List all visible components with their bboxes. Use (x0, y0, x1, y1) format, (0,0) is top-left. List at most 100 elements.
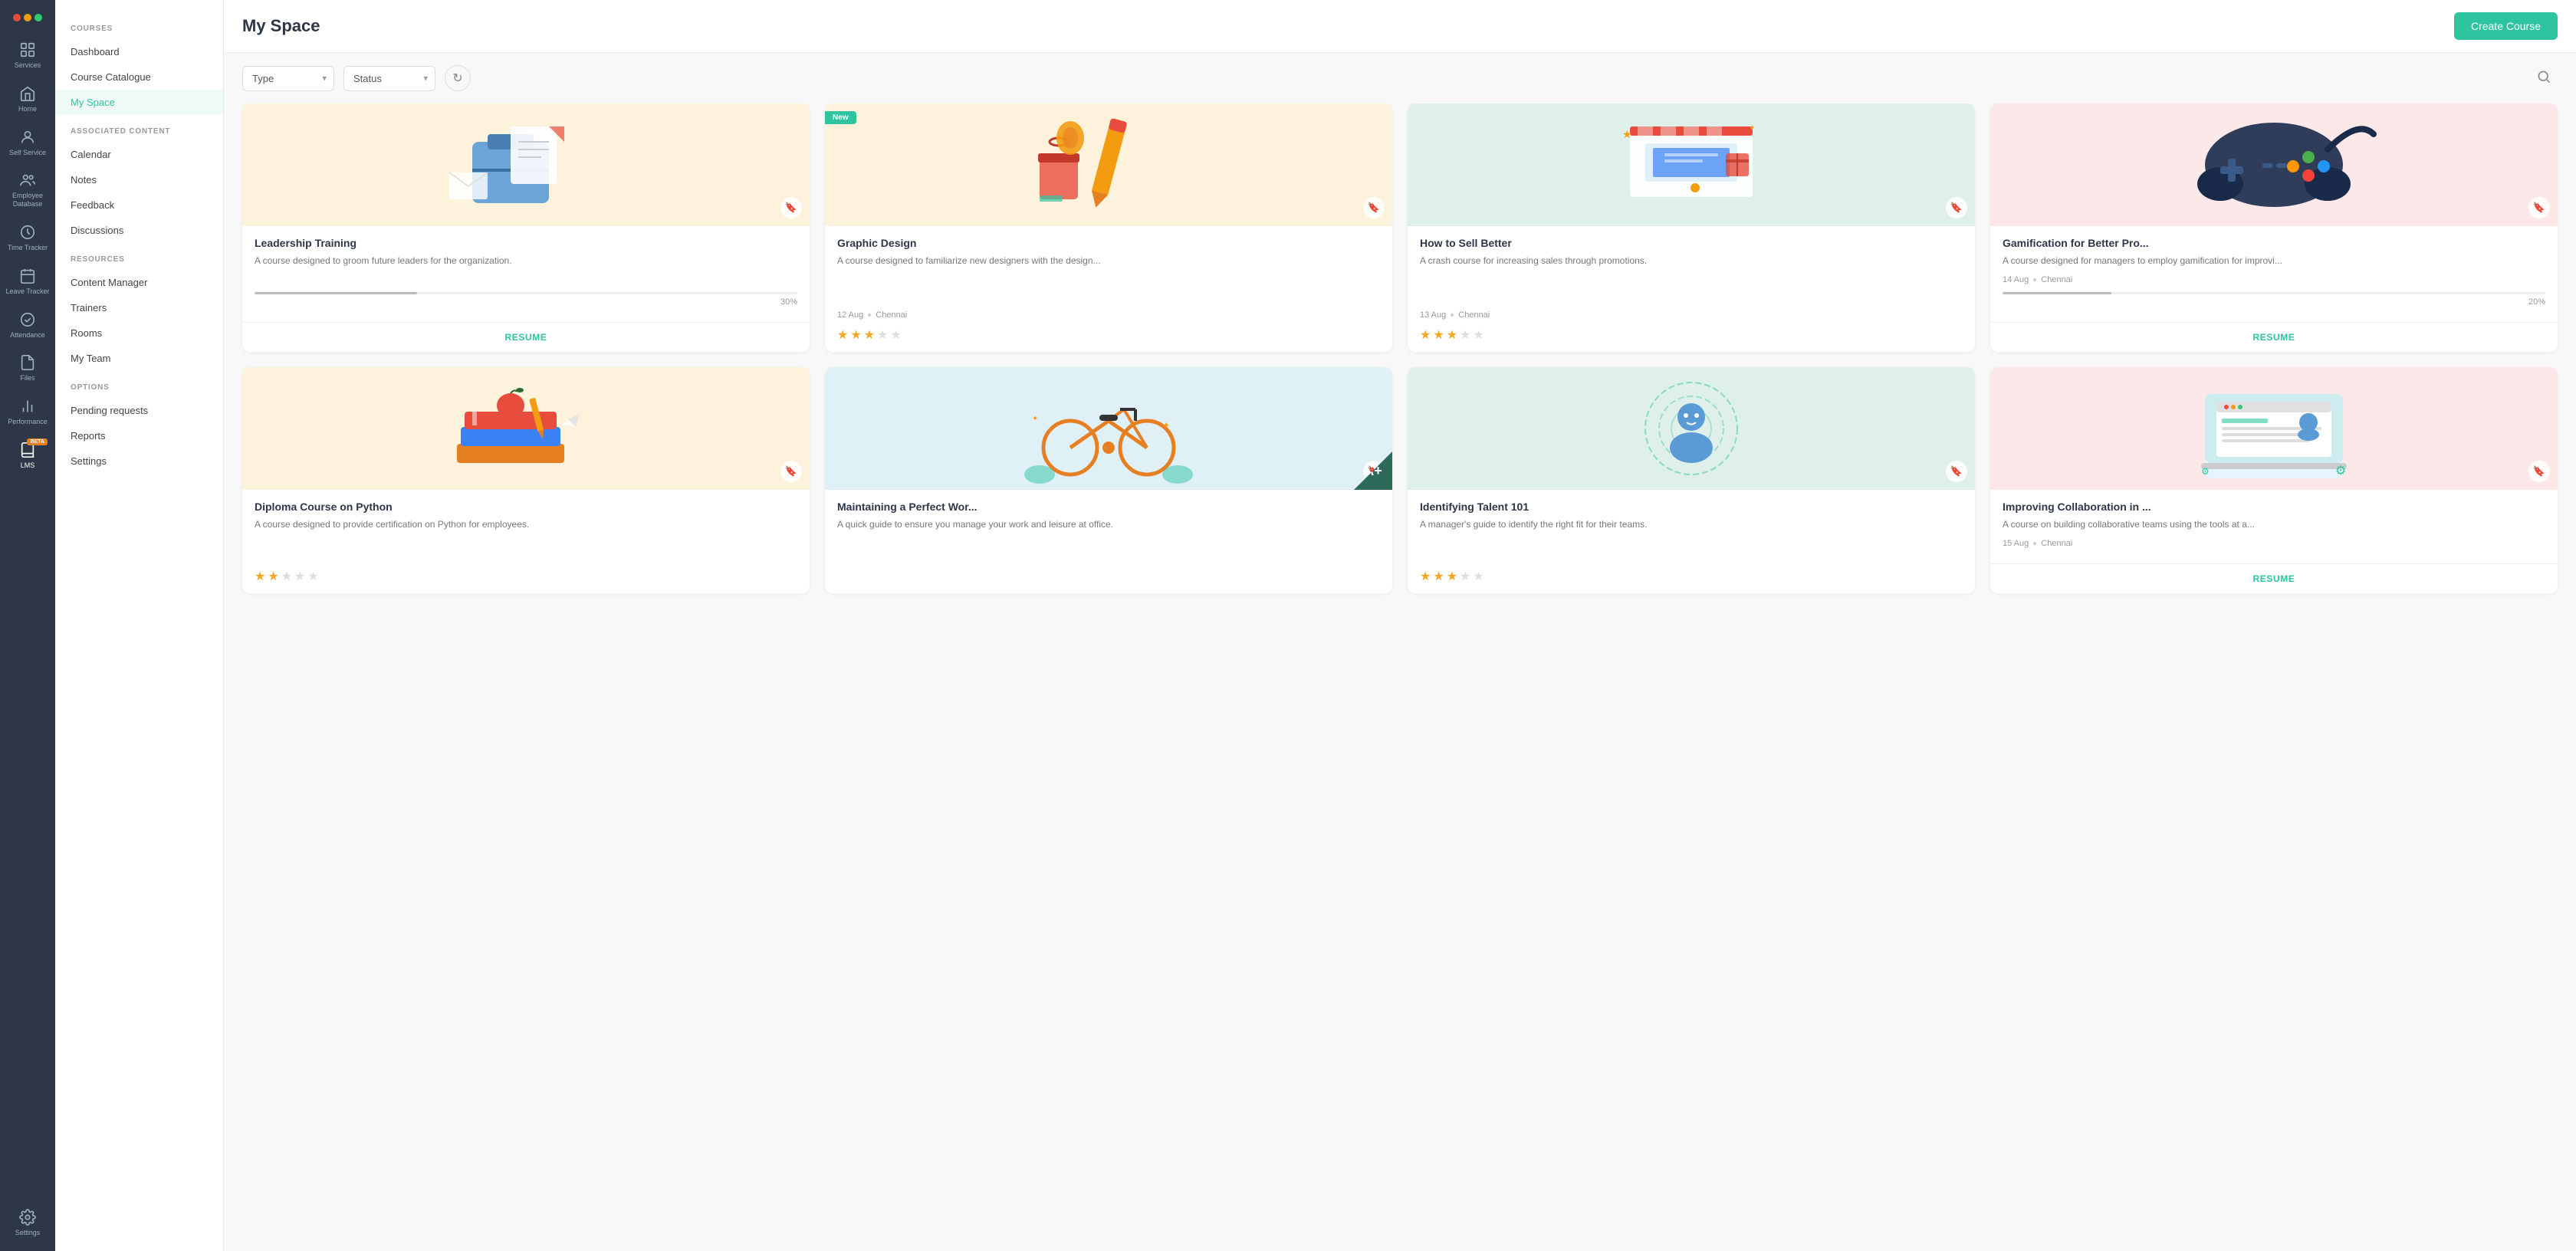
card-title-sell-better: How to Sell Better (1420, 237, 1963, 249)
type-filter[interactable]: Type Online Classroom Blended (242, 66, 334, 91)
svg-text:⚙: ⚙ (2335, 465, 2346, 478)
nav-performance-label: Performance (8, 418, 48, 426)
card-bookmark-sell-better[interactable]: 🔖 (1946, 197, 1967, 218)
card-stars-python: ★★★★★ (255, 569, 797, 584)
sidebar-item-rooms[interactable]: Rooms (55, 320, 223, 346)
sidebar-item-content-manager[interactable]: Content Manager (55, 270, 223, 295)
svg-text:★: ★ (1622, 128, 1632, 140)
card-action-gamification: RESUME (1990, 322, 2558, 352)
resume-button-leadership[interactable]: RESUME (505, 332, 547, 343)
sidebar-item-notes[interactable]: Notes (55, 167, 223, 192)
sidebar-item-course-catalogue[interactable]: Course Catalogue (55, 64, 223, 90)
sidebar-item-calendar[interactable]: Calendar (55, 142, 223, 167)
date-sell-better: 13 Aug (1420, 310, 1446, 320)
card-bookmark-graphic-design[interactable]: 🔖 (1363, 197, 1385, 218)
card-body-perfect-work: Maintaining a Perfect Wor... A quick gui… (825, 490, 1392, 593)
sidebar-section-associated: ASSOCIATED CONTENT (55, 115, 223, 142)
card-bookmark-talent[interactable]: 🔖 (1946, 461, 1967, 482)
lms-badge: BETA (27, 438, 48, 445)
card-title-leadership: Leadership Training (255, 237, 797, 249)
location-sell-better: Chennai (1458, 310, 1490, 320)
location-gamification: Chennai (2041, 275, 2072, 284)
course-grid: 🔖 Leadership Training A course designed … (224, 103, 2576, 1251)
card-meta-sell-better: 13 Aug Chennai (1420, 310, 1963, 320)
sidebar-item-pending-requests[interactable]: Pending requests (55, 398, 223, 423)
sidebar-item-reports[interactable]: Reports (55, 423, 223, 448)
sidebar-item-my-space[interactable]: My Space (55, 90, 223, 115)
nav-files-label: Files (20, 374, 34, 383)
nav-time-tracker[interactable]: Time Tracker (0, 216, 55, 260)
sidebar-item-discussions[interactable]: Discussions (55, 218, 223, 243)
nav-home-label: Home (18, 105, 37, 113)
svg-text:✦: ✦ (1162, 420, 1170, 431)
sidebar-item-trainers[interactable]: Trainers (55, 295, 223, 320)
svg-text:⚙: ⚙ (2201, 466, 2210, 477)
location-graphic-design: Chennai (876, 310, 907, 320)
course-card-sell-better[interactable]: ★ ✦ 🔖 How to Sell Better A crash course … (1408, 103, 1975, 352)
svg-text:✦: ✦ (1032, 415, 1038, 423)
card-desc-graphic-design: A course designed to familiarize new des… (837, 254, 1380, 303)
status-filter[interactable]: Status Active Completed Pending (343, 66, 435, 91)
nav-lms-label: LMS (21, 461, 35, 470)
course-card-perfect-work[interactable]: ✦ ✦ 🔖 A+ Maintaining a Perfect Wor... A … (825, 367, 1392, 593)
sidebar-item-my-team[interactable]: My Team (55, 346, 223, 371)
card-meta-graphic-design: 12 Aug Chennai (837, 310, 1380, 320)
resume-button-collaboration[interactable]: RESUME (2253, 573, 2295, 584)
search-button[interactable] (2530, 66, 2558, 91)
course-card-leadership-training[interactable]: 🔖 Leadership Training A course designed … (242, 103, 810, 352)
course-card-python[interactable]: 🔖 Diploma Course on Python A course desi… (242, 367, 810, 593)
course-card-gamification[interactable]: 🔖 Gamification for Better Pro... A cours… (1990, 103, 2558, 352)
card-image-sell-better: ★ ✦ 🔖 (1408, 103, 1975, 226)
nav-self-service[interactable]: Self Service (0, 121, 55, 165)
icon-nav: Services Home Self Service Employee Data… (0, 0, 55, 1251)
card-body-sell-better: How to Sell Better A crash course for in… (1408, 226, 1975, 352)
card-image-talent: 🔖 (1408, 367, 1975, 490)
card-bookmark-gamification[interactable]: 🔖 (2528, 197, 2550, 218)
dot-green (34, 14, 42, 21)
nav-leave-tracker[interactable]: Leave Tracker (0, 260, 55, 304)
card-action-leadership: RESUME (242, 322, 810, 352)
card-bookmark-collaboration[interactable]: 🔖 (2528, 461, 2550, 482)
card-meta-gamification: 14 Aug Chennai (2003, 275, 2545, 284)
status-filter-wrapper: Status Active Completed Pending (343, 66, 435, 91)
sidebar-item-feedback[interactable]: Feedback (55, 192, 223, 218)
nav-services-label: Services (15, 61, 41, 70)
progress-pct-gamification: 20% (2003, 297, 2545, 307)
refresh-button[interactable]: ↻ (445, 65, 471, 91)
resume-button-gamification[interactable]: RESUME (2253, 332, 2295, 343)
date-gamification: 14 Aug (2003, 275, 2029, 284)
card-body-leadership: Leadership Training A course designed to… (242, 226, 810, 316)
card-bookmark-python[interactable]: 🔖 (780, 461, 802, 482)
card-body-python: Diploma Course on Python A course design… (242, 490, 810, 593)
nav-attendance[interactable]: Attendance (0, 304, 55, 347)
card-meta-collaboration: 15 Aug Chennai (2003, 539, 2545, 548)
card-desc-sell-better: A crash course for increasing sales thro… (1420, 254, 1963, 303)
card-progress-leadership: 30% (255, 292, 797, 307)
nav-lms[interactable]: BETA LMS (0, 434, 55, 478)
nav-time-tracker-label: Time Tracker (8, 244, 48, 252)
card-title-talent: Identifying Talent 101 (1420, 501, 1963, 513)
dot-red (13, 14, 21, 21)
course-card-talent[interactable]: 🔖 Identifying Talent 101 A manager's gui… (1408, 367, 1975, 593)
card-title-graphic-design: Graphic Design (837, 237, 1380, 249)
sidebar-item-settings[interactable]: Settings (55, 448, 223, 474)
create-course-button[interactable]: Create Course (2454, 12, 2558, 40)
nav-settings[interactable]: Settings (0, 1201, 55, 1245)
nav-settings-label: Settings (15, 1229, 41, 1237)
nav-employee-database[interactable]: Employee Database (0, 164, 55, 216)
course-card-collaboration[interactable]: ⚙ ⚙ 🔖 Improving Collaboration in ... A c… (1990, 367, 2558, 593)
card-image-leadership: 🔖 (242, 103, 810, 226)
nav-files[interactable]: Files (0, 346, 55, 390)
nav-leave-tracker-label: Leave Tracker (5, 287, 49, 296)
topbar: My Space Create Course (224, 0, 2576, 53)
nav-home[interactable]: Home (0, 77, 55, 121)
card-desc-collaboration: A course on building collaborative teams… (2003, 517, 2545, 531)
nav-services[interactable]: Services (0, 34, 55, 77)
card-body-graphic-design: Graphic Design A course designed to fami… (825, 226, 1392, 352)
card-action-collaboration: RESUME (1990, 563, 2558, 593)
nav-performance[interactable]: Performance (0, 390, 55, 434)
sidebar-item-dashboard[interactable]: Dashboard (55, 39, 223, 64)
course-card-graphic-design[interactable]: 🔖 New Graphic Design A course designed t… (825, 103, 1392, 352)
card-bookmark-leadership[interactable]: 🔖 (780, 197, 802, 218)
sidebar-section-courses: COURSES (55, 12, 223, 39)
